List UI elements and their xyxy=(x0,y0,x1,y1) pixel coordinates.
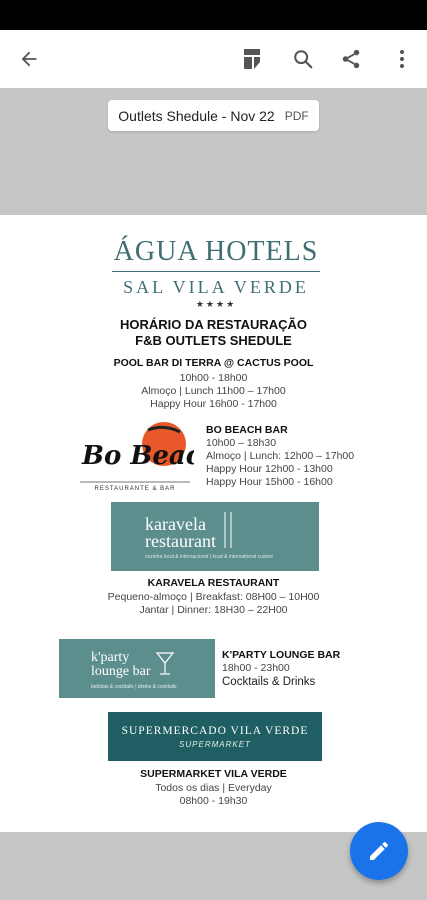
beach-bar-line-2: Almoço | Lunch: 12h00 – 17h00 xyxy=(206,450,355,462)
pool-bar-line-2: Almoço | Lunch 11h00 – 17h00 xyxy=(141,385,286,397)
karavela-logo-tagline: cozinha local & internacional | local & … xyxy=(145,554,274,560)
cocktail-glass-icon xyxy=(155,652,175,675)
beach-bar-title: BO BEACH BAR xyxy=(206,424,288,436)
cutlery-icon xyxy=(224,512,232,548)
brand-title: ÁGUA HOTELS xyxy=(113,236,319,267)
karavela-logo-line-2: restaurant xyxy=(145,531,216,551)
brand-subtitle: SAL VILA VERDE xyxy=(123,277,309,297)
logo-script-text: Bo Beach Bar xyxy=(81,441,194,471)
kparty-logo-line-1: k'party xyxy=(91,650,130,665)
kparty-title: K'PARTY LOUNGE BAR xyxy=(222,649,341,661)
supermarket-title: SUPERMARKET VILA VERDE xyxy=(140,768,287,780)
brand-stars: ★★★★ xyxy=(195,300,237,310)
heading-restauracao: HORÁRIO DA RESTAURAÇÃO xyxy=(119,317,308,332)
karavela-line-1: Pequeno-almoço | Breakfast: 08H00 – 10H0… xyxy=(107,591,320,603)
heading-outlets: F&B OUTLETS SHEDULE xyxy=(135,333,292,348)
share-icon[interactable] xyxy=(334,42,368,76)
back-arrow-icon[interactable] xyxy=(12,42,46,76)
document-title-chip: Outlets Shedule - Nov 22 PDF xyxy=(108,100,319,131)
top-toolbar xyxy=(0,30,427,88)
logo-subtext: RESTAURANTE & BAR xyxy=(95,486,176,492)
edit-pencil-icon xyxy=(370,841,388,860)
document-type: PDF xyxy=(284,108,309,123)
beach-bar-line-3: Happy Hour 12h00 - 13h00 xyxy=(206,463,333,475)
beach-bar-line-4: Happy Hour 15h00 - 16h00 xyxy=(206,476,333,488)
kparty-logo: k'party lounge bar bebidas & cocktails |… xyxy=(59,639,215,698)
karavela-line-2: Jantar | Dinner: 18H30 – 22H00 xyxy=(139,604,288,616)
kparty-logo-tagline: bebidas & cocktails | drinks & cocktails xyxy=(91,684,177,690)
pool-bar-line-3: Happy Hour 16h00 - 17h00 xyxy=(150,398,277,410)
beach-bar-line-1: 10h00 – 18h30 xyxy=(206,437,277,449)
reading-mode-icon[interactable] xyxy=(235,42,269,76)
supermarket-logo: SUPERMERCADO VILA VERDE SUPERMARKET xyxy=(108,712,322,761)
more-vert-icon[interactable] xyxy=(385,42,419,76)
supermarket-line-2: 08h00 - 19h30 xyxy=(179,795,248,807)
supermarket-logo-line-2: SUPERMARKET xyxy=(179,740,251,749)
edit-fab-button[interactable] xyxy=(350,822,408,880)
document-title: Outlets Shedule - Nov 22 xyxy=(118,107,275,124)
kparty-logo-line-2: lounge bar xyxy=(91,664,151,679)
status-bar xyxy=(0,0,427,30)
karavela-logo: karavela restaurant cozinha local & inte… xyxy=(111,502,319,571)
kparty-line-2: Cocktails & Drinks xyxy=(222,676,316,688)
kparty-line-1: 18h00 - 23h00 xyxy=(222,662,290,674)
bo-beach-bar-logo: Bo Beach Bar RESTAURANTE & BAR xyxy=(80,422,194,492)
pool-bar-line-1: 10h00 - 18h00 xyxy=(179,372,248,384)
karavela-title: KARAVELA RESTAURANT xyxy=(147,577,280,589)
search-icon[interactable] xyxy=(286,42,320,76)
brand-divider xyxy=(112,271,320,272)
supermarket-logo-line-1: SUPERMERCADO VILA VERDE xyxy=(121,725,309,737)
supermarket-line-1: Todos os dias | Everyday xyxy=(155,782,272,794)
pool-bar-title: POOL BAR DI TERRA @ CACTUS POOL xyxy=(113,357,314,369)
